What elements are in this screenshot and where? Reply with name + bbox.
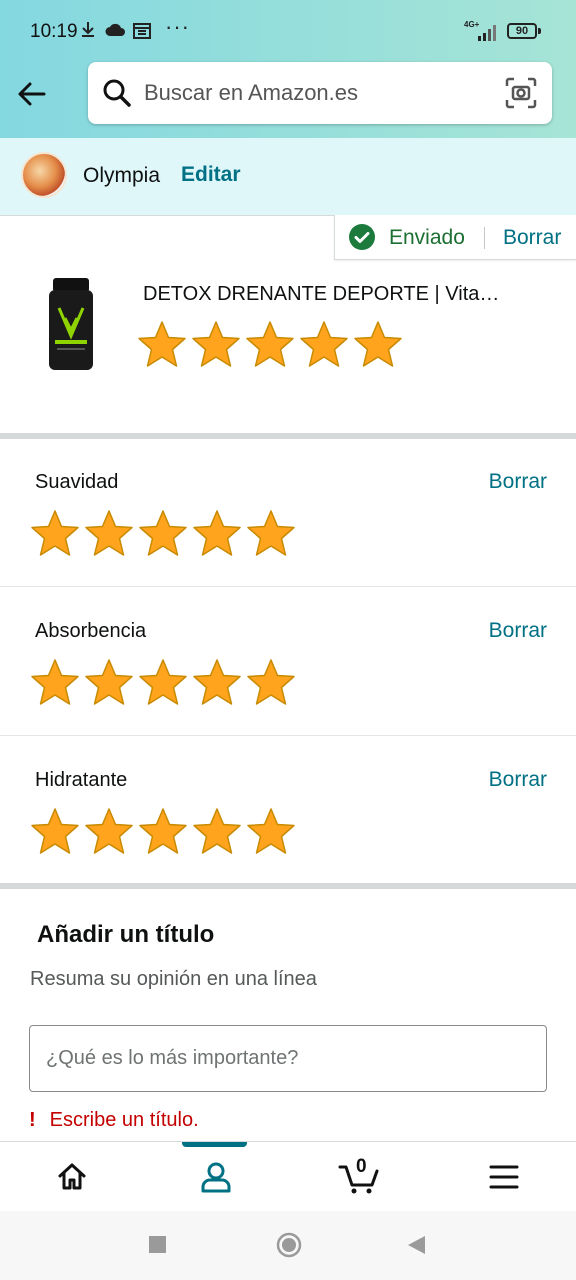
nav-home[interactable] <box>0 1142 144 1212</box>
star-icon[interactable] <box>192 658 242 708</box>
star-icon[interactable] <box>30 658 80 708</box>
section-divider <box>0 433 576 439</box>
star-icon[interactable] <box>192 509 242 559</box>
battery-icon: 90 <box>507 23 541 39</box>
star-icon[interactable] <box>245 320 295 370</box>
delete-attribute-suavidad[interactable]: Borrar <box>489 470 547 494</box>
nav-cart[interactable]: 0 <box>288 1142 432 1212</box>
more-notifications-icon: ··· <box>165 14 190 39</box>
nav-profile[interactable] <box>144 1142 288 1212</box>
review-status-pill: Enviado Borrar <box>334 215 576 260</box>
back-arrow-icon <box>18 82 46 106</box>
star-icon[interactable] <box>137 320 187 370</box>
home-icon <box>58 1163 86 1190</box>
star-icon[interactable] <box>138 807 188 857</box>
attribute-label-suavidad: Suavidad <box>35 471 119 493</box>
star-icon[interactable] <box>246 807 296 857</box>
star-icon[interactable] <box>246 658 296 708</box>
star-icon[interactable] <box>299 320 349 370</box>
system-back-icon[interactable] <box>405 1233 427 1257</box>
download-icon <box>80 20 96 43</box>
star-icon[interactable] <box>84 658 134 708</box>
search-input[interactable]: Buscar en Amazon.es <box>144 80 358 106</box>
product-title: DETOX DRENANTE DEPORTE | Vita… <box>143 283 500 305</box>
home-system-icon[interactable] <box>275 1231 303 1259</box>
delete-review-button[interactable]: Borrar <box>503 226 561 250</box>
calendar-icon <box>133 22 151 44</box>
nav-menu[interactable] <box>432 1142 576 1212</box>
profile-icon <box>201 1162 231 1193</box>
attribute-label-absorbencia: Absorbencia <box>35 620 147 642</box>
star-icon[interactable] <box>246 509 296 559</box>
error-text: Escribe un título. <box>49 1109 199 1131</box>
star-icon[interactable] <box>30 509 80 559</box>
status-bar: 10:19 ··· 4G+ 90 <box>0 0 576 62</box>
attribute-star-rating-hidratante[interactable] <box>30 807 296 857</box>
error-icon: ! <box>29 1109 36 1131</box>
star-icon[interactable] <box>353 320 403 370</box>
system-navigation-bar <box>0 1211 576 1280</box>
section-divider <box>0 883 576 889</box>
row-divider <box>0 735 576 736</box>
add-title-heading: Añadir un título <box>37 921 215 948</box>
delete-attribute-hidratante[interactable]: Borrar <box>489 768 547 792</box>
edit-profile-link[interactable]: Editar <box>181 163 241 187</box>
search-bar[interactable]: Buscar en Amazon.es <box>88 62 552 124</box>
star-icon[interactable] <box>84 509 134 559</box>
cloud-icon <box>104 22 126 43</box>
product-image <box>49 278 93 370</box>
row-divider <box>0 586 576 587</box>
check-circle-icon <box>349 224 375 250</box>
delete-attribute-absorbencia[interactable]: Borrar <box>489 619 547 643</box>
avatar <box>21 152 67 198</box>
sent-status-text: Enviado <box>389 226 465 249</box>
bottom-navigation: 0 <box>0 1141 576 1212</box>
attribute-star-rating-absorbencia[interactable] <box>30 658 296 708</box>
signal-icon <box>478 25 496 41</box>
app-header: 10:19 ··· 4G+ 90 Buscar en Amazon.es <box>0 0 576 138</box>
attribute-star-rating-suavidad[interactable] <box>30 509 296 559</box>
attribute-label-hidratante: Hidratante <box>35 769 128 791</box>
review-title-input[interactable] <box>29 1025 547 1092</box>
cart-count: 0 <box>356 1156 367 1177</box>
search-icon[interactable] <box>102 78 132 108</box>
camera-search-icon[interactable] <box>504 76 538 110</box>
recents-icon[interactable] <box>148 1233 168 1257</box>
star-icon[interactable] <box>191 320 241 370</box>
menu-icon <box>489 1165 519 1189</box>
title-error-message: ! Escribe un título. <box>29 1109 199 1132</box>
product-star-rating[interactable] <box>137 320 403 370</box>
star-icon[interactable] <box>84 807 134 857</box>
star-icon[interactable] <box>138 658 188 708</box>
add-title-subtitle: Resuma su opinión en una línea <box>30 968 317 990</box>
pill-divider <box>484 227 485 249</box>
profile-name: Olympia <box>83 164 161 187</box>
star-icon[interactable] <box>138 509 188 559</box>
back-button[interactable] <box>14 76 50 112</box>
status-time: 10:19 <box>30 21 78 42</box>
star-icon[interactable] <box>30 807 80 857</box>
profile-bar: Olympia Editar <box>0 138 576 216</box>
star-icon[interactable] <box>192 807 242 857</box>
